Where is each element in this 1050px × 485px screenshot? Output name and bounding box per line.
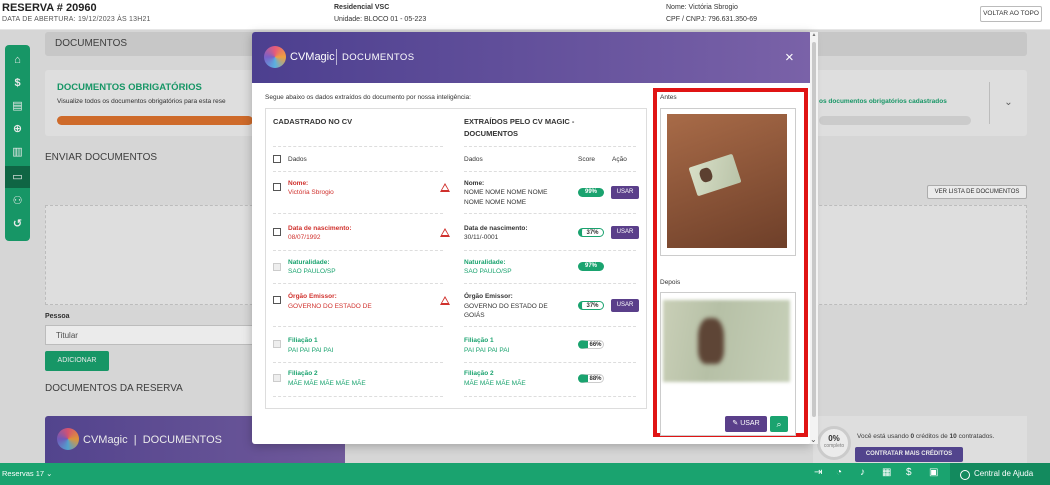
client-cpf: CPF / CNPJ: 796.631.350-69 <box>666 16 758 23</box>
header-divider <box>336 49 337 65</box>
score-badge: 37% <box>578 228 604 237</box>
close-icon[interactable]: × <box>785 50 794 65</box>
blurred-face-shape <box>698 318 724 364</box>
right-field-label: Data de nascimento: <box>464 225 528 232</box>
score-badge: 37% <box>578 301 604 310</box>
scroll-up-icon[interactable]: ▲ <box>810 32 818 40</box>
left-field-value: MÃE MÃE MÃE MÃE MÃE <box>288 380 366 387</box>
right-field-value: SAO PAULO/SP <box>464 268 512 275</box>
score-badge: 99% <box>578 188 604 197</box>
right-header-score: Score <box>578 156 595 163</box>
row-checkbox[interactable] <box>273 183 281 191</box>
modal-scrollbar[interactable]: ▲ <box>810 32 818 444</box>
dollar-icon[interactable]: $ <box>906 467 912 478</box>
after-document-photo[interactable] <box>663 300 790 382</box>
right-field-value: GOIÁS <box>464 312 485 319</box>
row-checkbox[interactable] <box>273 228 281 236</box>
row-checkbox[interactable] <box>273 296 281 304</box>
right-field-label: Filiação 2 <box>464 370 494 377</box>
page-header: RESERVA # 20960 DATA DE ABERTURA: 19/12/… <box>0 0 1050 30</box>
warning-icon <box>440 296 450 305</box>
bell-icon[interactable]: ♪ <box>860 467 865 478</box>
reserve-title: RESERVA # 20960 <box>2 2 97 14</box>
right-field-value: NOME NOME NOME NOME <box>464 189 548 196</box>
logout-icon[interactable]: ⇥ <box>814 467 822 478</box>
reservas-selector[interactable]: Reservas 17 ⌄ <box>2 469 52 478</box>
col-left-title: CADASTRADO NO CV <box>273 117 353 126</box>
score-badge: 97% <box>578 262 604 271</box>
zoom-search-icon[interactable]: ⌕ <box>770 416 788 432</box>
left-field-label: Filiação 1 <box>288 337 318 344</box>
right-field-label: Órgão Emissor: <box>464 293 513 300</box>
right-field-value: MÃE MÃE MÃE MÃE <box>464 380 526 387</box>
right-header-acao: Ação <box>612 156 627 163</box>
after-label: Depois <box>660 279 681 286</box>
use-image-button[interactable]: ✎ USAR <box>725 416 767 432</box>
use-value-button[interactable]: USAR <box>611 186 639 199</box>
col-right-title-2: DOCUMENTOS <box>464 129 519 138</box>
left-field-label: Nome: <box>288 180 309 187</box>
cvmagic-logo-icon <box>264 46 286 68</box>
left-field-value: 08/07/1992 <box>288 234 321 241</box>
left-header-dados: Dados <box>288 156 307 163</box>
left-field-value: SAO PAULO/SP <box>288 268 336 275</box>
calculator-icon[interactable]: ▣ <box>929 467 938 478</box>
modal-title: DOCUMENTOS <box>342 52 415 63</box>
before-label: Antes <box>660 94 677 101</box>
right-field-value: GOVERNO DO ESTADO DE <box>464 303 548 310</box>
unidade: Unidade: BLOCO 01 - 05-223 <box>334 16 427 23</box>
right-field-label: Naturalidade: <box>464 259 506 266</box>
notification-icon[interactable]: ◔ <box>836 467 842 478</box>
left-field-value: PAI PAI PAI PAI <box>288 347 334 354</box>
left-field-label: Órgão Emissor: <box>288 293 337 300</box>
modal-brand: CVMagic <box>290 51 335 63</box>
use-value-button[interactable]: USAR <box>611 299 639 312</box>
bottom-bar: Reservas 17 ⌄ ⇥ ◔ ♪ ▦ $ ▣ Central de Aju… <box>0 463 1050 485</box>
left-field-label: Data de nascimento: <box>288 225 352 232</box>
score-badge: 66% <box>578 340 604 349</box>
select-all-checkbox[interactable] <box>273 155 281 163</box>
left-field-label: Naturalidade: <box>288 259 330 266</box>
right-header-dados: Dados <box>464 156 483 163</box>
modal-intro: Segue abaixo os dados extraídos do docum… <box>265 94 471 101</box>
row-checkbox[interactable] <box>273 340 281 348</box>
reserve-open-date: DATA DE ABERTURA: 19/12/2023 ÀS 13H21 <box>2 16 151 23</box>
right-field-value: PAI PAI PAI PAI <box>464 347 510 354</box>
chevron-down-icon[interactable]: ⌄ <box>810 435 817 444</box>
use-value-button[interactable]: USAR <box>611 226 639 239</box>
left-field-value: GOVERNO DO ESTADO DE <box>288 303 372 310</box>
help-center-button[interactable]: Central de Ajuda <box>950 463 1050 485</box>
edit-icon: ✎ <box>732 420 739 427</box>
empreendimento: Residencial VSC <box>334 4 390 11</box>
client-name: Nome: Victória Sbrogio <box>666 4 738 11</box>
warning-icon <box>440 228 450 237</box>
left-field-value: Victória Sbrogio <box>288 189 334 196</box>
modal-header: CVMagic DOCUMENTOS × <box>252 32 812 83</box>
warning-icon <box>440 183 450 192</box>
right-field-value: NOME NOME NOME <box>464 199 527 206</box>
scroll-thumb[interactable] <box>812 42 816 417</box>
score-badge: 88% <box>578 374 604 383</box>
left-field-label: Filiação 2 <box>288 370 318 377</box>
row-checkbox[interactable] <box>273 263 281 271</box>
right-field-label: Filiação 1 <box>464 337 494 344</box>
col-right-title-1: EXTRAÍDOS PELO CV MAGIC - <box>464 117 575 126</box>
right-field-label: Nome: <box>464 180 485 187</box>
calendar-icon[interactable]: ▦ <box>882 467 891 478</box>
right-field-value: 30/11/-0001 <box>464 234 499 241</box>
back-to-top-button[interactable]: VOLTAR AO TOPO <box>980 6 1042 22</box>
row-checkbox[interactable] <box>273 374 281 382</box>
